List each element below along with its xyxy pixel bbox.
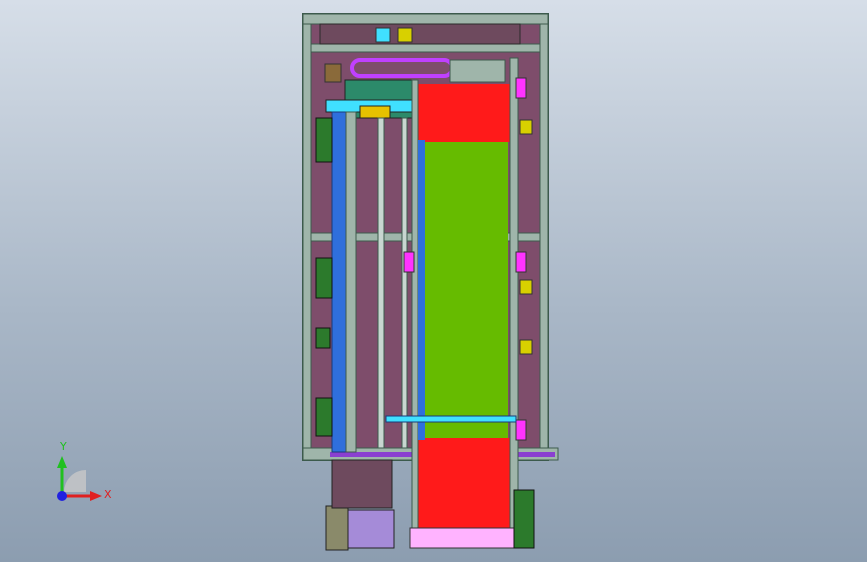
belt-rail-left [411,79,419,531]
belt-rail-inner [418,140,425,440]
z-axis-icon [57,491,67,501]
x-axis-label: X [104,488,112,501]
y-axis-label: Y [60,440,67,453]
assembly-model[interactable] [0,0,867,562]
frame-beam-upper [310,43,541,53]
top-cyan-block [375,27,391,43]
top-yellow-block [397,27,413,43]
y-axis-arrow-icon [57,456,67,468]
carriage-yellow [359,105,391,119]
bottom-tray [409,527,523,549]
left-bracket-3 [315,327,331,349]
frame-post-left [302,13,312,461]
left-bracket-4 [315,397,333,437]
triad-arc [64,470,86,492]
left-bracket-1 [315,117,333,163]
bottom-crossbar [385,415,517,423]
linear-axis-rod [377,117,385,449]
cad-viewport[interactable]: Y X [0,0,867,562]
right-sensor-3 [519,339,533,355]
belt-rail-right [509,57,519,531]
motor-mount [325,505,349,551]
right-sensor-2 [519,279,533,295]
frame-post-right [539,13,549,461]
bottom-green-bracket [513,489,535,549]
coordinate-triad: Y X [40,440,120,510]
right-magenta-4 [515,419,527,441]
belt-red-top [418,84,510,142]
linear-axis-blue [331,111,347,453]
belt-red-bottom [418,438,514,530]
frame-beam-top [302,13,549,25]
top-mechanism [319,23,521,45]
top-brown-block [324,63,342,83]
motor-block [347,509,395,549]
x-axis-arrow-icon [90,491,102,501]
linear-axis-frame [345,111,357,453]
right-sensor-1 [519,119,533,135]
linear-axis-rod-2 [401,117,408,449]
right-magenta-3 [403,251,415,273]
right-magenta-1 [515,77,527,99]
belt-green [425,142,508,442]
right-magenta-2 [515,251,527,273]
left-bracket-2 [315,257,333,299]
cable-chain-housing [449,59,506,83]
bottom-left-column [331,459,393,509]
